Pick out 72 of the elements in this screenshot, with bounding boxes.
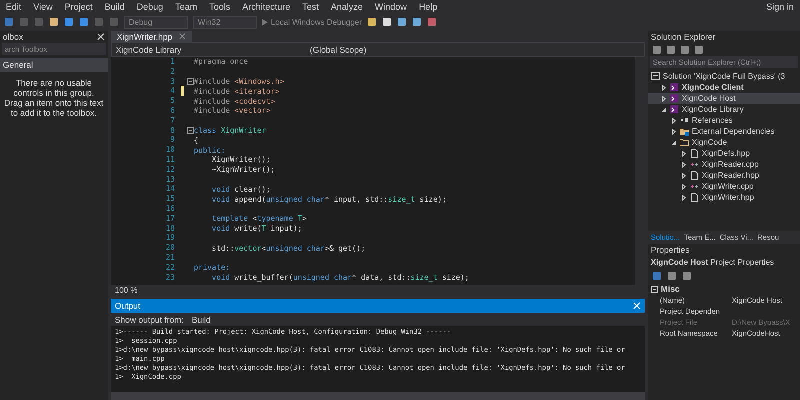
- expanded-arrow-icon[interactable]: [671, 140, 677, 146]
- panel-title: olbox: [3, 32, 24, 42]
- menu-item[interactable]: Architecture: [242, 2, 290, 12]
- start-debugging-button[interactable]: Local Windows Debugger: [262, 18, 362, 26]
- empty-message: There are no usable controls in this group. Drag an item onto this text to add it to the toolbox.: [3, 77, 105, 120]
- collapsed-arrow-icon[interactable]: [661, 84, 667, 90]
- zoom-level[interactable]: 100 %: [115, 286, 138, 295]
- file-icon: [690, 171, 699, 180]
- tree-item[interactable]: Solution 'XignCode Full Bypass' (3: [648, 71, 800, 82]
- tree-item[interactable]: XignCode Library: [648, 104, 800, 115]
- collapsed-arrow-icon[interactable]: [661, 96, 667, 102]
- menu-item[interactable]: Build: [104, 2, 125, 12]
- solution-icon: [651, 72, 660, 81]
- tree-item[interactable]: XignCode: [648, 137, 800, 148]
- menu-item[interactable]: Test: [302, 2, 320, 12]
- project-icon: [670, 83, 679, 92]
- tree-item[interactable]: References: [648, 115, 800, 126]
- properties-object: XignCode Host Project Properties: [650, 257, 776, 269]
- collapsed-arrow-icon[interactable]: [681, 172, 687, 178]
- tree-item[interactable]: XignCode Host: [648, 93, 800, 104]
- tree-item[interactable]: XignReader.cpp: [648, 159, 800, 170]
- tree-item[interactable]: XignCode Client: [648, 82, 800, 93]
- tree-item[interactable]: XignReader.hpp: [648, 170, 800, 181]
- panel-title: Solution Explorer: [651, 32, 716, 42]
- project-icon: [670, 94, 679, 103]
- tree-item[interactable]: XignDefs.hpp: [648, 148, 800, 159]
- document-tab[interactable]: XignWriter.hpp: [111, 31, 192, 42]
- tree-item[interactable]: XignWriter.hpp: [648, 192, 800, 203]
- references-icon: [680, 116, 689, 125]
- category-header: Misc: [661, 284, 680, 294]
- close-icon[interactable]: [97, 33, 105, 41]
- output-source-dropdown[interactable]: Build: [192, 314, 211, 324]
- tree-item[interactable]: XignWriter.cpp: [648, 181, 800, 192]
- panel-title: Properties: [651, 245, 690, 255]
- folder-icon: [680, 127, 689, 136]
- collapse-icon[interactable]: [651, 286, 658, 292]
- scope-dropdown[interactable]: (Global Scope): [310, 44, 500, 54]
- folder-icon: [680, 138, 689, 147]
- collapsed-arrow-icon[interactable]: [681, 184, 687, 190]
- project-icon: [670, 105, 679, 114]
- menu-item[interactable]: Project: [64, 2, 93, 12]
- file-icon: [690, 193, 699, 202]
- panel-title: Output: [115, 301, 141, 311]
- play-icon: [262, 18, 268, 26]
- collapsed-arrow-icon[interactable]: [671, 128, 677, 134]
- platform-dropdown[interactable]: Win32: [193, 16, 257, 28]
- expanded-arrow-icon[interactable]: [661, 106, 667, 112]
- cpp-file-icon: [690, 182, 699, 191]
- configuration-dropdown[interactable]: Debug: [124, 16, 188, 28]
- scrollbar[interactable]: [111, 392, 645, 400]
- collapsed-arrow-icon[interactable]: [671, 118, 677, 124]
- collapse-icon[interactable]: [186, 78, 194, 85]
- collapsed-arrow-icon[interactable]: [681, 194, 687, 200]
- menu-item[interactable]: Tools: [209, 2, 230, 12]
- menu-item[interactable]: Debug: [136, 2, 164, 12]
- collapse-icon[interactable]: [186, 126, 194, 134]
- menu-item[interactable]: Help: [419, 2, 438, 12]
- collapsed-arrow-icon[interactable]: [681, 162, 687, 168]
- tree-item[interactable]: External Dependencies: [648, 126, 800, 137]
- menu-item[interactable]: Team: [175, 2, 198, 12]
- menu-item[interactable]: Edit: [6, 2, 22, 12]
- group-header[interactable]: General: [0, 58, 108, 72]
- project-dropdown[interactable]: XignCode Library: [116, 44, 306, 54]
- menu-item[interactable]: Analyze: [331, 2, 364, 12]
- scrollbar[interactable]: [635, 57, 645, 285]
- collapsed-arrow-icon[interactable]: [681, 150, 687, 156]
- cpp-file-icon: [690, 160, 699, 169]
- output-source-label: Show output from:: [115, 314, 184, 324]
- menu-item[interactable]: View: [34, 2, 53, 12]
- menu-item[interactable]: Window: [375, 2, 408, 12]
- sign-in-link[interactable]: Sign in: [766, 2, 794, 12]
- file-icon: [690, 149, 699, 158]
